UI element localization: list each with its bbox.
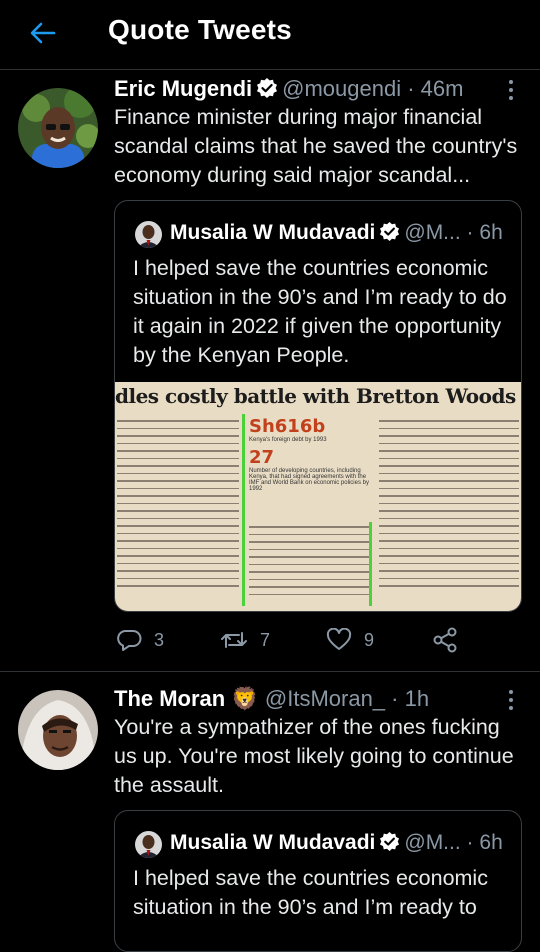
highlight-bar (242, 414, 245, 606)
figure-27: 27 (249, 447, 275, 468)
more-options-icon[interactable] (506, 78, 516, 102)
retweet-button[interactable]: 7 (220, 625, 270, 655)
reply-count: 3 (154, 629, 165, 650)
reply-icon (117, 630, 142, 651)
retweet-count: 7 (260, 629, 271, 650)
display-name[interactable]: The Moran (114, 686, 225, 711)
separator-dot: · (407, 76, 415, 101)
like-count: 9 (364, 629, 375, 650)
figure-sh616b: Sh616b (249, 416, 326, 437)
quoted-tweet[interactable]: Musalia W Mudavadi @M... · 6h I helped sa… (114, 810, 522, 952)
figures-box: Sh616b Kenya's foreign debt by 1993 27 N… (249, 416, 369, 492)
avatar[interactable] (18, 88, 98, 168)
figure-caption: Kenya's foreign debt by 1993 (249, 437, 327, 443)
separator-dot: · (391, 686, 399, 711)
article-column (379, 414, 519, 602)
quoted-handle: @M... (404, 221, 461, 244)
quoted-display-name: Musalia W Mudavadi (170, 831, 376, 854)
tweet-item[interactable]: Eric Mugendi @mougendi · 46m Finance mini… (0, 70, 540, 671)
quoted-handle: @M... (404, 831, 461, 854)
name-emoji: 🦁 (231, 686, 259, 711)
quoted-avatar (135, 221, 162, 248)
figure-caption: Number of developing countries, includin… (249, 468, 369, 492)
tweet-item[interactable]: The Moran 🦁 @ItsMoran_ · 1h You're a sym… (0, 672, 540, 952)
more-options-icon[interactable] (506, 688, 516, 712)
highlight-bar (369, 522, 372, 606)
quoted-tweet[interactable]: Musalia W Mudavadi @M... · 6h I helped sa… (114, 200, 522, 612)
header: Quote Tweets (0, 0, 540, 70)
share-icon (433, 627, 457, 653)
quoted-tweet-header: Musalia W Mudavadi @M... · 6h (170, 219, 503, 250)
quoted-tweet-text: I helped save the countries economic sit… (133, 866, 488, 919)
quoted-display-name: Musalia W Mudavadi (170, 221, 376, 244)
tweet-text: Finance minister during major financial … (114, 105, 518, 187)
timestamp[interactable]: 1h (405, 686, 429, 711)
quoted-tweet-header: Musalia W Mudavadi @M... · 6h (170, 829, 503, 860)
page-title: Quote Tweets (108, 14, 292, 45)
reply-button[interactable]: 3 (116, 625, 164, 655)
timestamp[interactable]: 46m (421, 76, 464, 101)
quoted-timestamp: 6h (479, 221, 503, 244)
retweet-icon (221, 632, 247, 648)
verified-badge-icon (379, 831, 400, 860)
user-handle[interactable]: @mougendi (282, 76, 401, 101)
newspaper-headline: dles costly battle with Bretton Woods in… (115, 384, 521, 408)
user-handle[interactable]: @ItsMoran_ (265, 686, 385, 711)
verified-badge-icon (379, 221, 400, 250)
newspaper-clipping-image[interactable]: dles costly battle with Bretton Woods in… (115, 382, 521, 611)
quoted-avatar (135, 831, 162, 858)
avatar[interactable] (18, 690, 98, 770)
back-arrow-icon[interactable] (28, 18, 58, 48)
like-button[interactable]: 9 (326, 625, 374, 655)
separator-dot: · (466, 221, 474, 244)
share-button[interactable] (432, 625, 458, 655)
tweet-text: You're a sympathizer of the ones fucking… (114, 715, 514, 797)
tweet-actions: 3 7 9 (116, 625, 476, 655)
quoted-tweet-text: I helped save the countries economic sit… (133, 256, 507, 367)
display-name[interactable]: Eric Mugendi (114, 76, 252, 101)
tweet-header: The Moran 🦁 @ItsMoran_ · 1h (114, 684, 429, 714)
separator-dot: · (466, 831, 474, 854)
article-column (249, 520, 369, 602)
article-column (117, 414, 239, 602)
heart-icon (326, 628, 352, 650)
quoted-timestamp: 6h (479, 831, 503, 854)
